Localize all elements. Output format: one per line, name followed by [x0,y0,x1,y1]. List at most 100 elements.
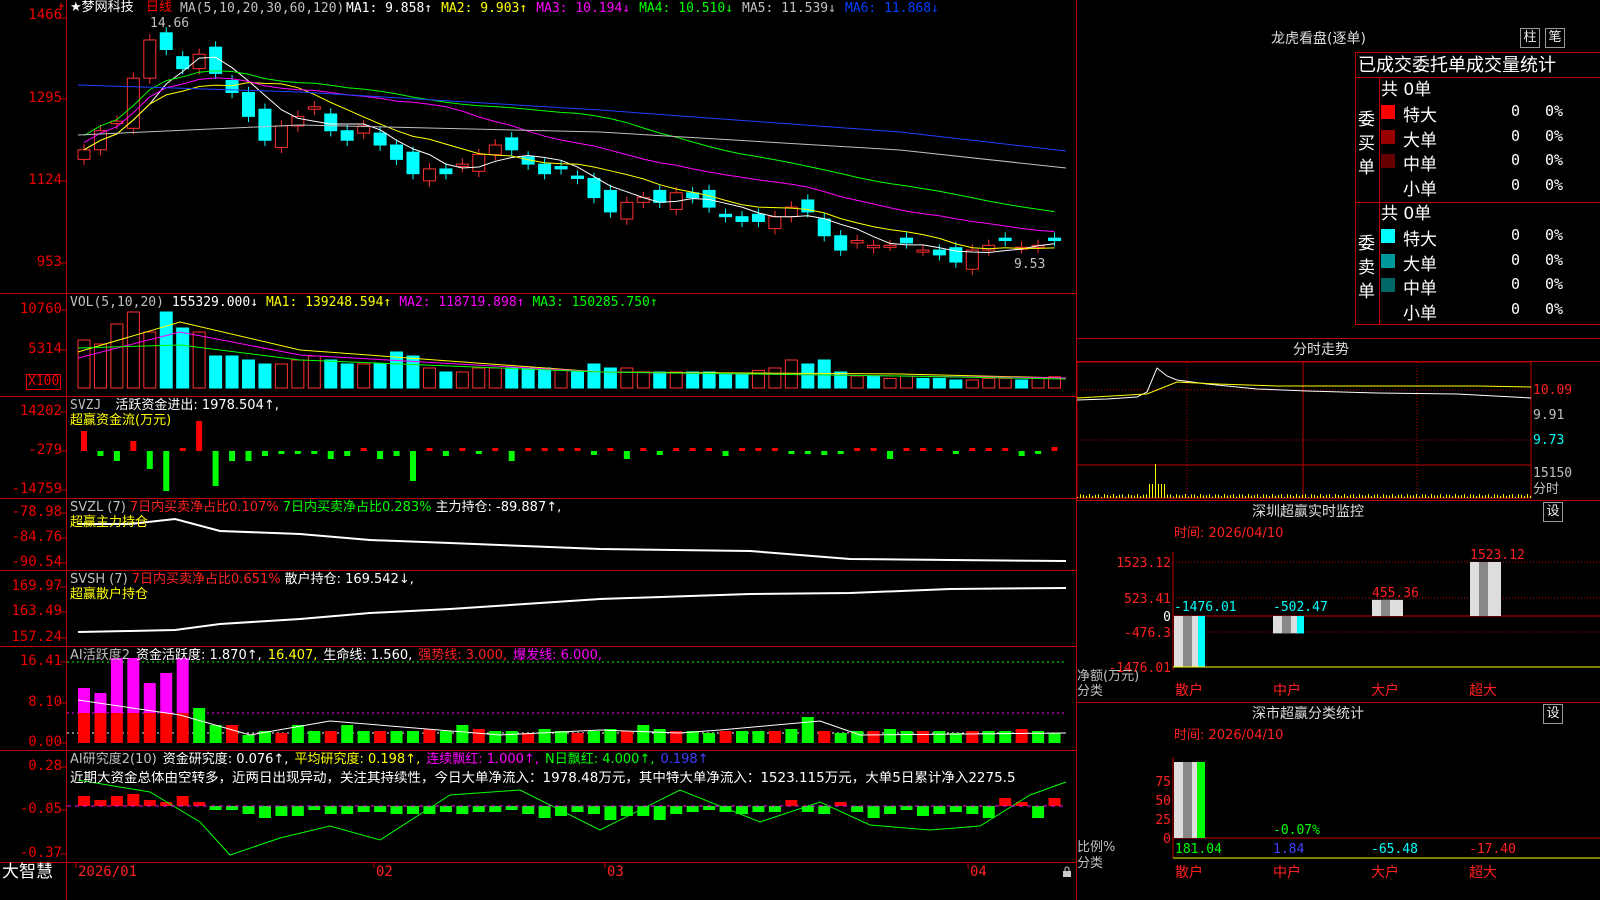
research-bar [604,806,617,820]
activity-bar [637,725,650,743]
research-bar [933,806,946,814]
ai1-axis-label: 0.00 [28,734,62,750]
volume-bar [669,371,683,389]
sell-order-rows: 共 0单 特大 0 0% 大单 0 0% 中单 0 0% 小单 0 0% [1381,203,1600,324]
ma-value-5: MA5: 11.539↓ [742,1,836,16]
volume-bar [965,379,979,389]
ma-value-3: MA3: 10.194↓ [536,1,631,16]
activity-bar [505,731,518,743]
ratio-extra-label: -0.07% [1273,823,1320,838]
research-bar [489,806,502,812]
activity-bar [160,713,173,743]
candle-body [159,32,173,51]
candle-body [488,144,502,156]
research-bar [785,800,798,806]
classify-settings-button[interactable]: 设 [1543,704,1563,724]
volume-bar [521,367,535,389]
activity-bar [472,729,485,743]
svzl-line [78,517,1067,562]
ratio-value-label: -17.40 [1469,842,1516,857]
monitor-time: 时间: 2026/04/10 [1174,526,1284,541]
order-size-label: 小单 [1403,303,1437,324]
activity-bar [818,731,831,743]
intraday-chart[interactable] [1077,362,1600,500]
research-bar [324,806,337,814]
volume-bar [159,311,173,389]
volume-bar [455,371,469,389]
flow-bar [393,451,400,456]
ma-param-label: MA(5,10,20,30,60,120) [180,1,345,16]
research-bar [834,802,847,806]
category-label: 散户 [1175,682,1203,699]
volume-bar [571,371,584,389]
net-value-label: -502.47 [1273,600,1328,615]
app-logo: 大智慧 [2,862,53,882]
stock-title[interactable]: ★梦网科技 [70,0,134,15]
research-bar [982,806,995,818]
volume-bar [719,373,733,389]
research-bar [505,806,518,810]
flow-bar [179,448,186,451]
research-bar [472,806,485,812]
bar-mode-button[interactable]: 柱 [1520,28,1540,48]
activity-bar [308,731,321,743]
monitor-axis-label: 1523.12 [1116,556,1171,571]
candle-body [719,213,733,218]
color-swatch [1381,129,1395,144]
category-label: 大户 [1371,864,1399,881]
svzl-value-c: 主力持仓: -89.887↑, [435,500,562,515]
period-label[interactable]: 日线 [146,0,172,15]
research-bar [966,806,979,814]
candle-body [373,132,387,146]
flow-bar [360,448,367,451]
ma-value-4: MA4: 10.510↓ [639,1,734,16]
intraday-axis-label: 9.73 [1533,433,1565,448]
tick-mode-button[interactable]: 笔 [1545,28,1565,48]
volume-bar [357,363,371,389]
ratio-value-label: 181.04 [1175,842,1222,857]
flow-bar [97,451,104,456]
activity-bar [94,713,107,743]
research-bar [900,806,913,810]
net-bar-accent [1297,616,1304,634]
candle-body [603,189,617,213]
research-bar [670,806,683,814]
volume-bars [77,311,1067,389]
lhb-header: 已成交委托单成交量统计 [1358,55,1556,76]
order-row: 特大 0 0% [1381,225,1600,250]
activity-bar [587,731,600,743]
price-axis-label: 953 [36,254,62,270]
volume-bar [538,367,552,389]
svzj-legend: SVZJ 活跃资金进出: 1978.504↑, [70,398,279,413]
research-bar [390,806,403,814]
svsh-subtitle: 超赢散户持仓 [70,587,149,602]
ratio-bar-chart: 75 50 25 0 -0.07% 181.04 1.84 -65.48 -17.40 散户 中户 大… [1155,757,1600,881]
flow-bar [81,431,87,451]
research-bar [653,806,666,820]
svsh-value-c: 散户持仓: 169.542↓, [284,572,414,587]
flow-bar [525,448,532,451]
low-price-label: 9.53 [1014,257,1046,272]
flow-bar [294,451,301,454]
research-bar [209,806,222,810]
vol-unit-badge[interactable]: X100 [26,374,62,390]
activity-bar [407,731,419,743]
order-count: 0 [1511,151,1521,169]
activity-bar [324,731,337,743]
activity-bar [127,713,140,743]
research-bar [341,806,354,814]
candle-body [653,189,667,203]
monitor-settings-button[interactable]: 设 [1543,502,1563,522]
order-size-label: 大单 [1403,130,1437,151]
activity-bar [900,731,913,743]
flow-bar [459,448,466,451]
candle-body [143,39,157,79]
lock-icon[interactable] [1062,866,1072,878]
classify-ylabel: 比例% [1077,840,1116,855]
volume-bar [587,363,601,389]
ma6-line [77,84,1067,152]
candle-body [274,125,288,148]
research-line [77,779,1067,856]
activity-bar [226,725,239,743]
order-percent: 0% [1545,126,1564,145]
